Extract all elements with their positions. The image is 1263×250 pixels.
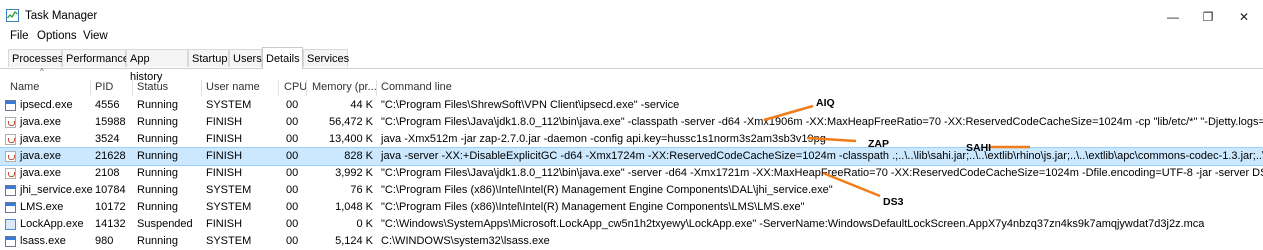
task-manager-window: Task Manager — ❐ ✕ File Options View Pro…: [0, 0, 1263, 250]
annotation-zap: ZAP: [868, 138, 889, 150]
annotation-sahi: SAHI: [966, 142, 992, 154]
annotation-ds3: DS3: [883, 196, 904, 208]
annotation-arrows: [763, 104, 1030, 198]
annotation-aiq: AIQ: [816, 97, 835, 109]
ds3-arrow: [822, 171, 881, 198]
aiq-arrow: [763, 104, 814, 122]
zap-arrow: [806, 136, 857, 143]
